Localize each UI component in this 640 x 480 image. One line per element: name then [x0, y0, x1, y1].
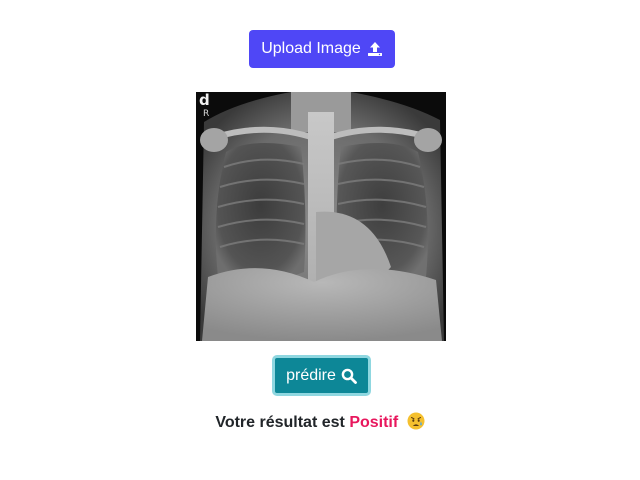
- xray-image: d R: [196, 92, 446, 341]
- worried-face-icon: [407, 412, 425, 436]
- predict-button[interactable]: prédire: [272, 355, 371, 396]
- xray-side-label: R: [203, 109, 210, 119]
- upload-button-label: Upload Image: [261, 40, 361, 57]
- search-icon: [341, 368, 357, 384]
- predict-button-label: prédire: [286, 366, 336, 384]
- upload-icon: [367, 41, 383, 57]
- page: Upload Image d R prédire Votre résultat …: [0, 0, 640, 480]
- result-text: Votre résultat est Positif: [0, 412, 640, 436]
- upload-image-button[interactable]: Upload Image: [249, 30, 395, 68]
- xray-marker-label: d: [199, 92, 210, 109]
- result-value: Positif: [349, 414, 399, 431]
- result-prefix: Votre résultat est: [215, 414, 345, 431]
